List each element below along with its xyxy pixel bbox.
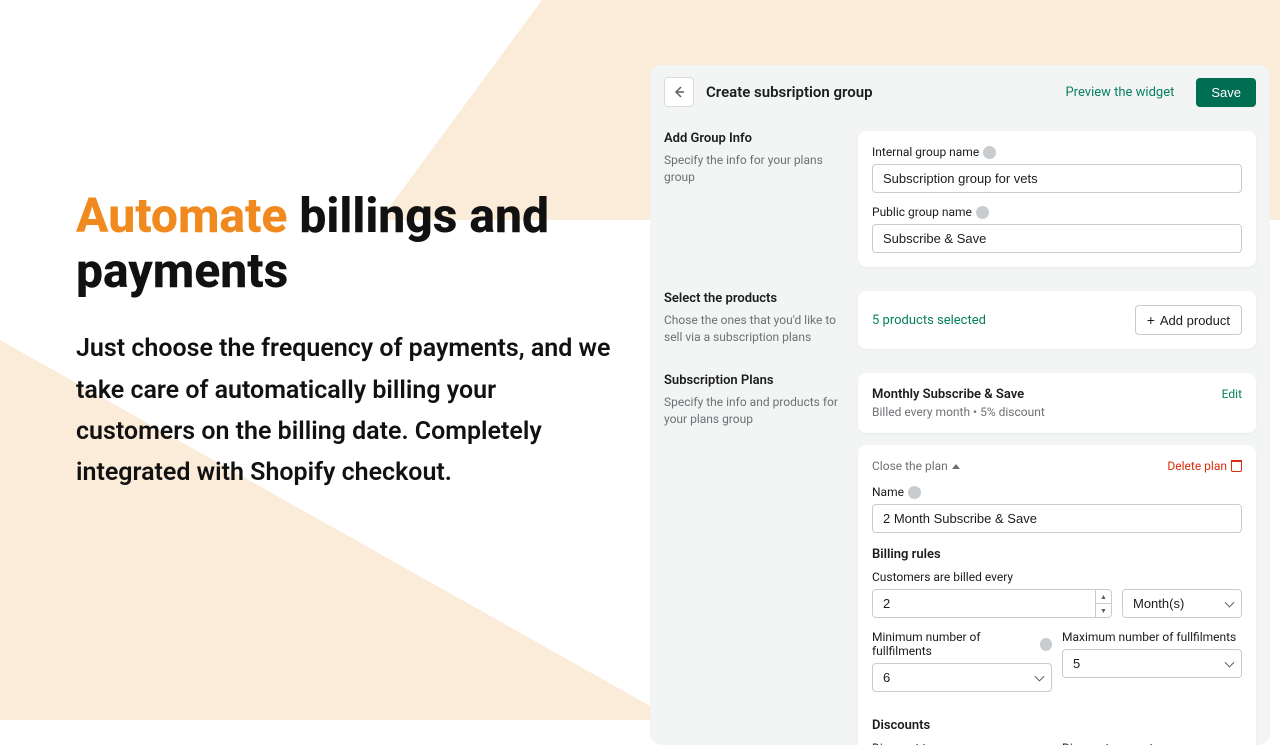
billing-rules-heading: Billing rules [872, 547, 1242, 562]
arrow-left-icon [671, 84, 687, 100]
min-fulfillments-select[interactable]: 6 [872, 663, 1052, 692]
add-product-label: Add product [1160, 313, 1230, 328]
edit-plan-link[interactable]: Edit [1222, 387, 1242, 401]
discount-type-label: Discount type [872, 741, 1052, 745]
delete-plan-button[interactable]: Delete plan [1167, 459, 1242, 473]
max-fulfillments-label: Maximum number of fullfilments [1062, 630, 1236, 644]
hero-title-accent: Automate [76, 187, 287, 244]
stepper-down-icon[interactable]: ▼ [1096, 604, 1111, 617]
plus-icon: + [1147, 312, 1155, 328]
products-selected-text: 5 products selected [872, 313, 986, 328]
close-plan-label: Close the plan [872, 459, 948, 473]
products-heading: Select the products [664, 291, 844, 306]
chevron-up-icon [952, 464, 960, 469]
plan-name-label: Name [872, 485, 904, 499]
hero-copy: Automate billings and payments Just choo… [76, 188, 616, 493]
plan-name-input[interactable] [872, 504, 1242, 533]
internal-name-input[interactable] [872, 164, 1242, 193]
plans-heading: Subscription Plans [664, 373, 844, 388]
hero-title: Automate billings and payments [76, 188, 616, 298]
quantity-stepper[interactable]: ▲ ▼ [1095, 590, 1111, 617]
monthly-plan-name: Monthly Subscribe & Save [872, 387, 1045, 402]
delete-plan-label: Delete plan [1167, 459, 1227, 473]
monthly-plan-meta: Billed every month • 5% discount [872, 405, 1045, 419]
panel-title: Create subsription group [706, 83, 1053, 101]
billed-unit-select[interactable]: Month(s) [1122, 589, 1242, 618]
plans-sub: Specify the info and products for your p… [664, 394, 844, 428]
products-sub: Chose the ones that you'd like to sell v… [664, 312, 844, 346]
hero-body: Just choose the frequency of payments, a… [76, 328, 616, 493]
group-info-heading: Add Group Info [664, 131, 844, 146]
help-icon[interactable] [908, 486, 921, 499]
preview-widget-link[interactable]: Preview the widget [1065, 85, 1174, 100]
back-button[interactable] [664, 77, 694, 107]
public-name-label: Public group name [872, 205, 972, 219]
add-group-info-section: Add Group Info Specify the info for your… [650, 119, 1270, 279]
billed-every-label: Customers are billed every [872, 570, 1013, 584]
internal-name-label: Internal group name [872, 145, 979, 159]
subscription-panel: Create subsription group Preview the wid… [650, 65, 1270, 745]
public-name-input[interactable] [872, 224, 1242, 253]
help-icon[interactable] [983, 146, 996, 159]
save-button[interactable]: Save [1196, 78, 1256, 107]
stepper-up-icon[interactable]: ▲ [1096, 590, 1111, 604]
help-icon[interactable] [976, 206, 989, 219]
subscription-plans-section: Subscription Plans Specify the info and … [650, 361, 1270, 745]
close-plan-toggle[interactable]: Close the plan [872, 459, 960, 473]
help-icon[interactable] [1040, 638, 1052, 651]
add-product-button[interactable]: + Add product [1135, 305, 1242, 335]
panel-header: Create subsription group Preview the wid… [650, 65, 1270, 119]
discount-amount-label: Discount amount [1062, 741, 1242, 745]
select-products-section: Select the products Chose the ones that … [650, 279, 1270, 361]
min-fulfillments-label: Minimum number of fullfilments [872, 630, 1036, 658]
max-fulfillments-select[interactable]: 5 [1062, 649, 1242, 678]
group-info-sub: Specify the info for your plans group [664, 152, 844, 186]
billed-every-input[interactable] [872, 589, 1112, 618]
trash-icon [1231, 460, 1242, 472]
discounts-heading: Discounts [872, 718, 1242, 733]
